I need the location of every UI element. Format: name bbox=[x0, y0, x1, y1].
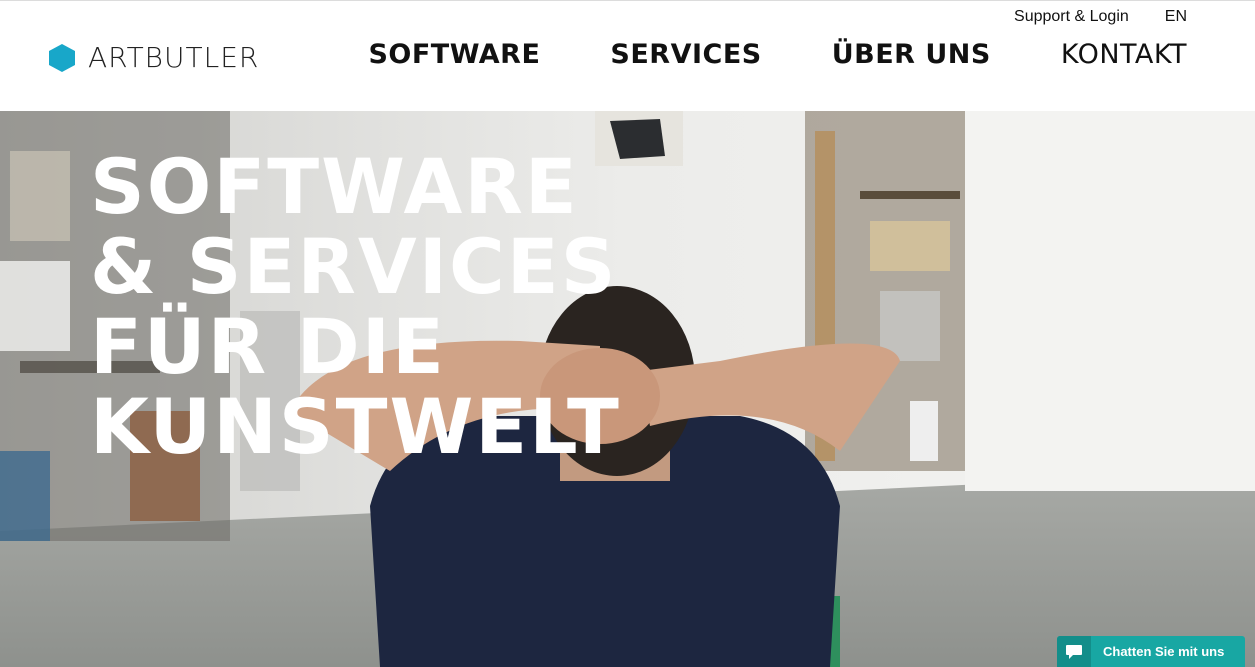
hero-line-2: & SERVICES bbox=[90, 222, 618, 311]
main-navigation: SOFTWARE SERVICES ÜBER UNS KONTAKT bbox=[368, 39, 1187, 70]
top-utility-links: Support & Login EN bbox=[1014, 8, 1187, 26]
hexagon-logo-icon bbox=[49, 43, 75, 72]
hero-line-4: KUNSTWELT bbox=[90, 382, 621, 471]
brand-name: ARTBUTLER bbox=[88, 41, 260, 74]
site-header: ARTBUTLER Support & Login EN SOFTWARE SE… bbox=[0, 0, 1255, 111]
chat-label: Chatten Sie mit uns bbox=[1103, 644, 1225, 659]
chat-icon-container bbox=[1057, 636, 1091, 667]
hero-section: SOFTWARE & SERVICES FÜR DIE KUNSTWELT bbox=[0, 111, 1255, 667]
hero-line-3: FÜR DIE bbox=[90, 302, 446, 391]
hero-line-1: SOFTWARE bbox=[90, 142, 579, 231]
nav-services[interactable]: SERVICES bbox=[610, 39, 761, 70]
chat-bubble-icon bbox=[1066, 644, 1082, 659]
chat-widget-button[interactable]: Chatten Sie mit uns bbox=[1057, 636, 1245, 667]
nav-contact[interactable]: KONTAKT bbox=[1061, 39, 1187, 70]
hero-headline: SOFTWARE & SERVICES FÜR DIE KUNSTWELT bbox=[90, 147, 621, 467]
nav-about[interactable]: ÜBER UNS bbox=[832, 39, 991, 70]
brand-logo[interactable]: ARTBUTLER bbox=[48, 41, 259, 74]
nav-software[interactable]: SOFTWARE bbox=[368, 39, 540, 70]
language-switch-link[interactable]: EN bbox=[1165, 8, 1187, 26]
support-login-link[interactable]: Support & Login bbox=[1014, 8, 1129, 26]
